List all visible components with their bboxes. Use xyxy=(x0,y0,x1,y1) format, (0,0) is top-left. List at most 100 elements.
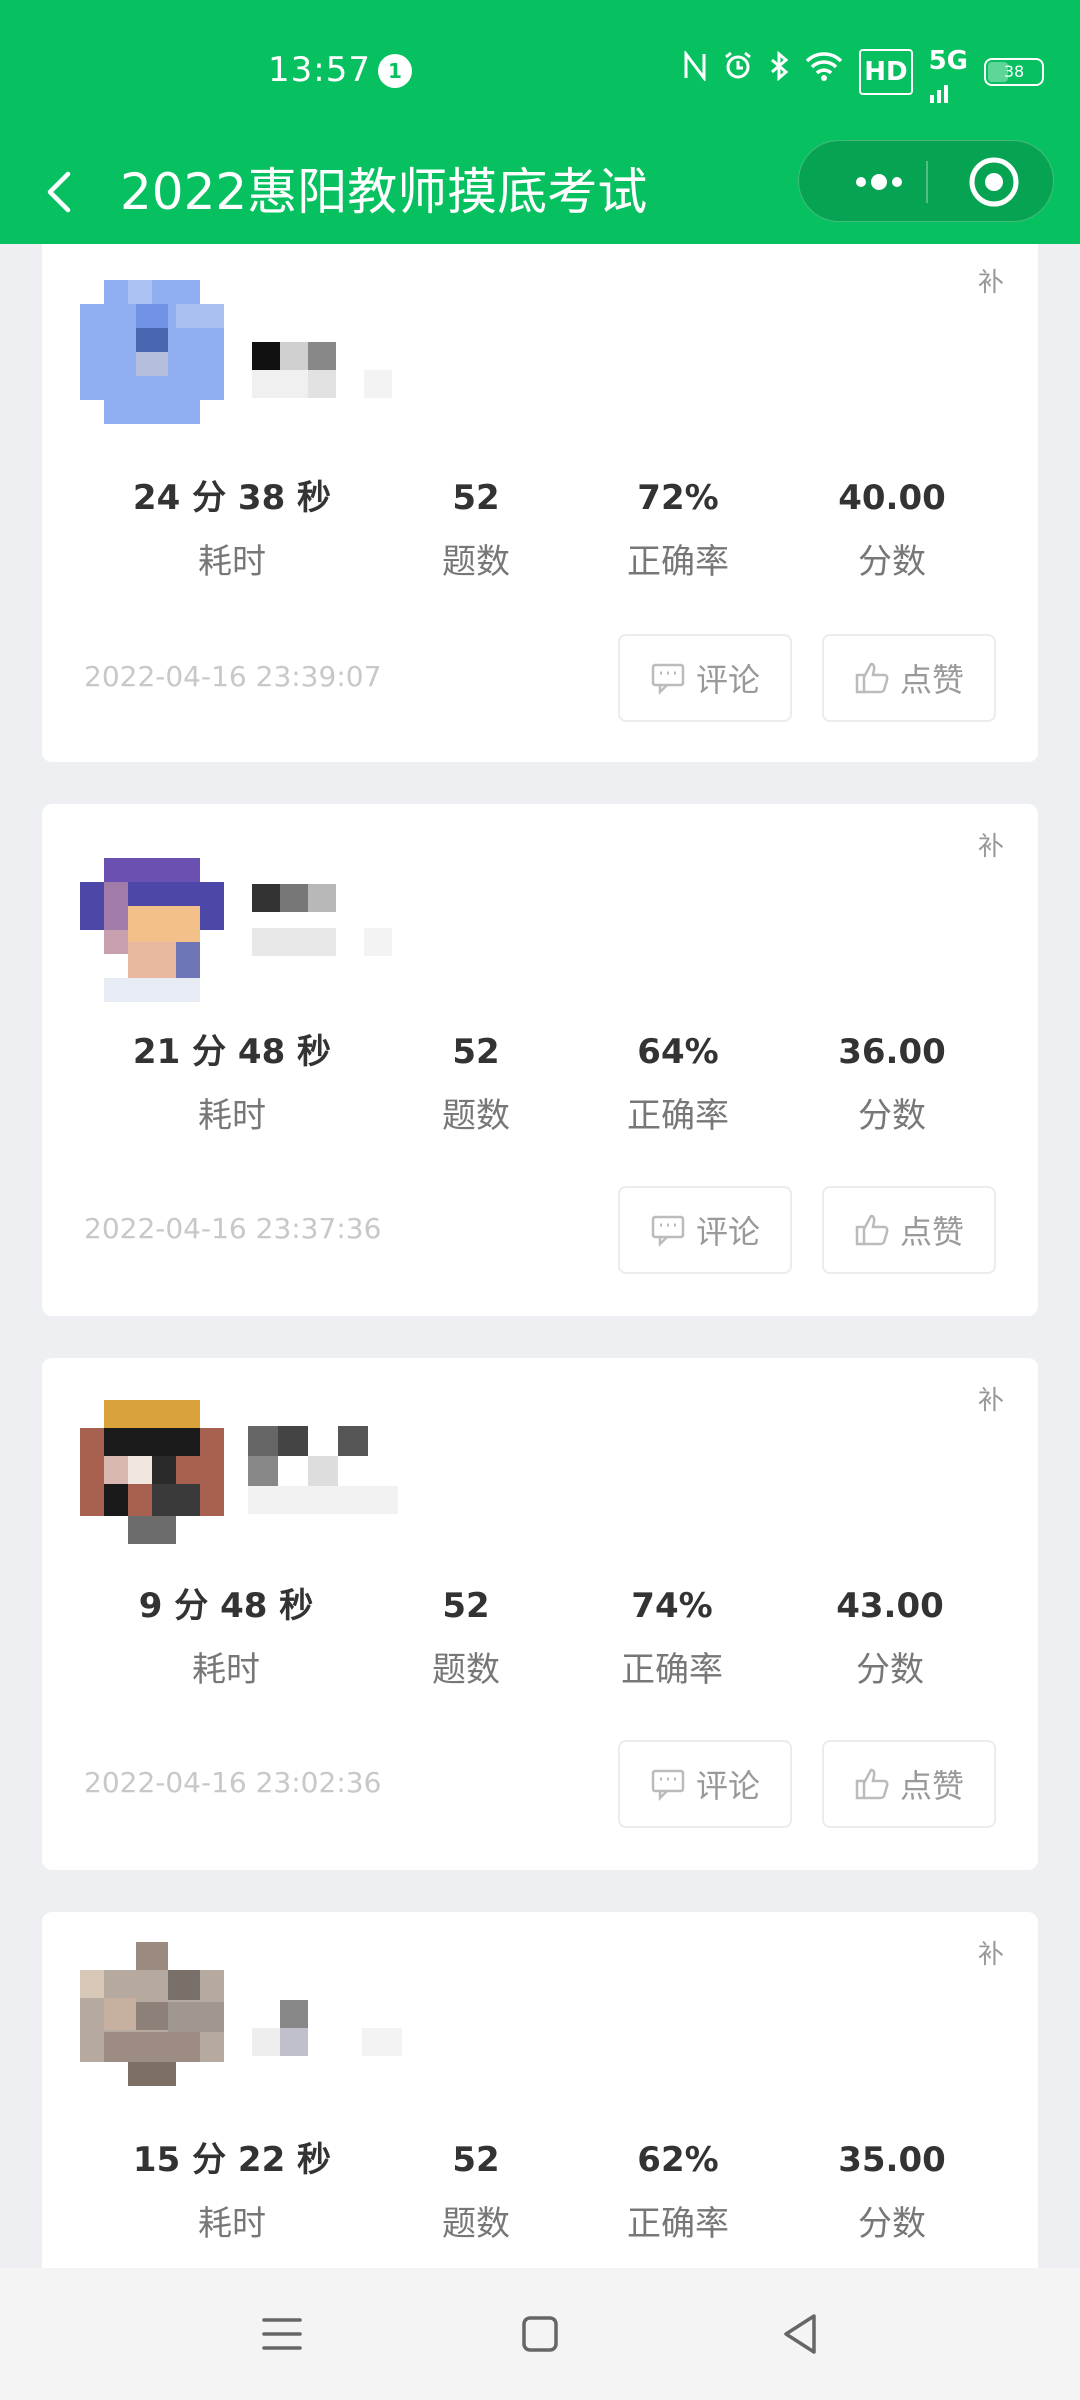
stat-score: 43.00 分数 xyxy=(780,1580,1000,1696)
score-value: 35.00 xyxy=(838,2140,946,2180)
stats-row: 15 分 22 秒 耗时 52 题数 62% 正确率 35.00 分数 xyxy=(42,2134,1038,2264)
avatar xyxy=(80,1942,224,2086)
duration-label: 耗时 xyxy=(192,1650,260,1690)
score-value: 36.00 xyxy=(838,1032,946,1072)
questions-label: 题数 xyxy=(442,2204,510,2244)
duration-value: 9 分 48 秒 xyxy=(138,1586,314,1626)
stats-row: 9 分 48 秒 耗时 52 题数 74% 正确率 43.00 分数 xyxy=(42,1580,1038,1710)
stat-accuracy: 64% 正确率 xyxy=(568,1026,788,1142)
record-date: 2022-04-16 23:39:07 xyxy=(84,660,382,693)
comment-button[interactable]: 评论 xyxy=(618,1740,792,1828)
like-button[interactable]: 点赞 xyxy=(822,1740,996,1828)
triangle-back-icon[interactable] xyxy=(770,2304,830,2364)
comment-button[interactable]: 评论 xyxy=(618,634,792,722)
questions-value: 52 xyxy=(452,2140,500,2180)
accuracy-label: 正确率 xyxy=(627,2204,729,2244)
notification-badge: 1 xyxy=(378,54,412,88)
comment-bubble-icon xyxy=(651,663,685,696)
username-blurred xyxy=(252,884,492,956)
accuracy-value: 62% xyxy=(637,2140,719,2180)
duration-label: 耗时 xyxy=(198,542,266,582)
score-label: 分数 xyxy=(858,1096,926,1136)
avatar xyxy=(80,280,224,424)
record-card: 补 21 分 48 秒 耗时 52 题数 64% 正确率 36.00 分数 20… xyxy=(42,804,1038,1316)
score-label: 分数 xyxy=(856,1650,924,1690)
accuracy-label: 正确率 xyxy=(627,542,729,582)
page-title: 2022惠阳教师摸底考试 xyxy=(120,163,648,221)
stat-duration: 15 分 22 秒 耗时 xyxy=(122,2134,342,2250)
record-date: 2022-04-16 23:02:36 xyxy=(84,1766,382,1799)
username-blurred xyxy=(252,342,492,412)
battery-level: 38 xyxy=(1003,62,1025,81)
comment-label: 评论 xyxy=(695,1213,760,1251)
like-button[interactable]: 点赞 xyxy=(822,1186,996,1274)
bluetooth-icon xyxy=(769,50,789,93)
accuracy-value: 72% xyxy=(637,478,719,518)
square-icon[interactable] xyxy=(510,2304,570,2364)
duration-value: 21 分 48 秒 xyxy=(132,1032,332,1072)
stat-duration: 9 分 48 秒 耗时 xyxy=(116,1580,336,1696)
questions-label: 题数 xyxy=(442,1096,510,1136)
comment-bubble-icon xyxy=(651,1215,685,1248)
status-time: 13:57 xyxy=(268,50,371,90)
alarm-icon xyxy=(723,51,753,93)
stat-score: 40.00 分数 xyxy=(782,472,1002,588)
comment-bubble-icon xyxy=(651,1769,685,1802)
duration-value: 24 分 38 秒 xyxy=(132,478,332,518)
comment-button[interactable]: 评论 xyxy=(618,1186,792,1274)
stat-score: 36.00 分数 xyxy=(782,1026,1002,1142)
status-icons: HD 5G 38 xyxy=(683,46,1044,103)
thumbs-up-icon xyxy=(855,1214,889,1246)
stats-row: 24 分 38 秒 耗时 52 题数 72% 正确率 40.00 分数 xyxy=(42,472,1038,602)
record-date: 2022-04-16 23:37:36 xyxy=(84,1212,382,1245)
like-button[interactable]: 点赞 xyxy=(822,634,996,722)
bu-tag: 补 xyxy=(977,1940,1004,1970)
hd-badge: HD xyxy=(859,49,913,95)
battery-icon: 38 xyxy=(984,58,1044,86)
username-blurred xyxy=(252,2000,492,2070)
questions-label: 题数 xyxy=(432,1650,500,1690)
nav-bar: 2022惠阳教师摸底考试 xyxy=(0,140,1080,244)
comment-label: 评论 xyxy=(695,661,760,699)
stats-row: 21 分 48 秒 耗时 52 题数 64% 正确率 36.00 分数 xyxy=(42,1026,1038,1156)
like-label: 点赞 xyxy=(899,661,964,699)
questions-label: 题数 xyxy=(442,542,510,582)
chevron-left-icon[interactable] xyxy=(38,170,82,214)
stat-accuracy: 62% 正确率 xyxy=(568,2134,788,2250)
comment-label: 评论 xyxy=(695,1767,760,1805)
stat-accuracy: 74% 正确率 xyxy=(562,1580,782,1696)
target-circle-icon[interactable] xyxy=(954,141,1034,223)
stat-questions: 52 题数 xyxy=(356,1580,576,1696)
wifi-icon xyxy=(805,51,843,93)
score-value: 40.00 xyxy=(838,478,946,518)
questions-value: 52 xyxy=(452,478,500,518)
avatar xyxy=(80,858,224,1002)
more-dots-icon[interactable] xyxy=(829,141,929,223)
accuracy-value: 64% xyxy=(637,1032,719,1072)
like-label: 点赞 xyxy=(899,1767,964,1805)
bu-tag: 补 xyxy=(977,1386,1004,1416)
stat-duration: 24 分 38 秒 耗时 xyxy=(122,472,342,588)
bu-tag: 补 xyxy=(977,832,1004,862)
avatar xyxy=(80,1400,224,1544)
score-label: 分数 xyxy=(858,2204,926,2244)
duration-label: 耗时 xyxy=(198,2204,266,2244)
questions-value: 52 xyxy=(452,1032,500,1072)
record-card: 补 9 分 48 秒 耗时 52 题数 74% 正确率 43.00 分数 202… xyxy=(42,1358,1038,1870)
network-5g-icon: 5G xyxy=(929,41,968,103)
miniprogram-capsule xyxy=(798,140,1054,222)
bu-tag: 补 xyxy=(977,268,1004,298)
stat-score: 35.00 分数 xyxy=(782,2134,1002,2250)
status-bar: 13:57 1 HD 5G 38 xyxy=(0,0,1080,140)
username-blurred xyxy=(248,1426,492,1514)
app-header: 13:57 1 HD 5G 38 2022惠阳教师摸底考试 xyxy=(0,0,1080,244)
duration-value: 15 分 22 秒 xyxy=(132,2140,332,2180)
stat-questions: 52 题数 xyxy=(366,2134,586,2250)
menu-lines-icon[interactable] xyxy=(252,2304,312,2364)
thumbs-up-icon xyxy=(855,1768,889,1800)
thumbs-up-icon xyxy=(855,662,889,694)
capsule-divider xyxy=(926,161,928,203)
questions-value: 52 xyxy=(442,1586,490,1626)
accuracy-value: 74% xyxy=(631,1586,713,1626)
duration-label: 耗时 xyxy=(198,1096,266,1136)
